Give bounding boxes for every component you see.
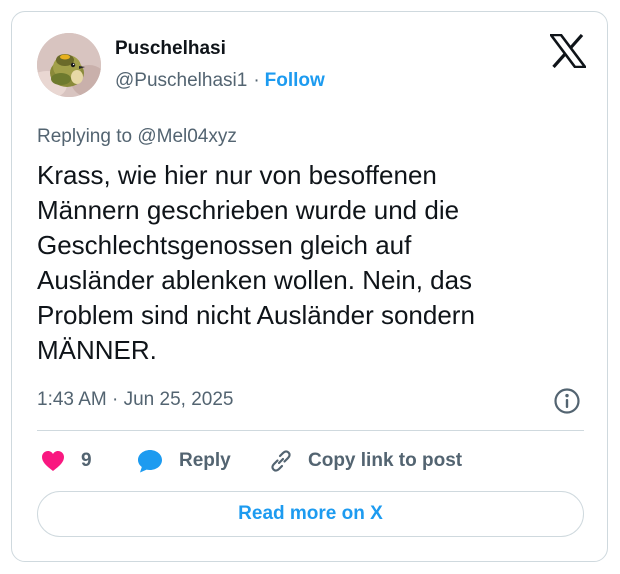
tweet-text: Krass, wie hier nur von besoffenen Männe… <box>37 160 475 365</box>
avatar[interactable] <box>37 33 101 97</box>
reply-label: Reply <box>179 450 231 471</box>
tweet-card: Puschelhasi @Puschelhasi1 · Follow Replyin… <box>11 11 608 562</box>
x-logo-icon[interactable] <box>548 33 588 69</box>
like-count: 9 <box>81 450 92 471</box>
follow-button[interactable]: Follow <box>265 70 325 91</box>
heart-icon <box>42 451 64 471</box>
copy-link-label: Copy link to post <box>308 450 463 471</box>
divider <box>37 430 584 431</box>
bird-photo-avatar <box>37 33 101 97</box>
user-handle[interactable]: @Puschelhasi1 <box>115 70 247 91</box>
separator-dot: · <box>253 70 260 91</box>
read-more-button[interactable]: Read more on X <box>37 491 584 537</box>
like-button[interactable]: 9 <box>41 446 92 476</box>
display-name[interactable]: Puschelhasi <box>115 38 226 60</box>
handle-row: @Puschelhasi1 · Follow <box>115 70 325 92</box>
link-icon <box>271 450 291 472</box>
copy-link-button[interactable]: Copy link to post <box>268 446 462 476</box>
reply-button[interactable]: Reply <box>137 446 231 476</box>
replying-to: Replying to @Mel04xyz <box>37 126 237 147</box>
info-circle-icon <box>554 388 580 414</box>
reply-bubble-icon <box>138 450 162 473</box>
x-logo-icon <box>548 33 588 69</box>
info-icon[interactable] <box>553 387 581 415</box>
timestamp[interactable]: 1:43 AM · Jun 25, 2025 <box>37 389 233 411</box>
